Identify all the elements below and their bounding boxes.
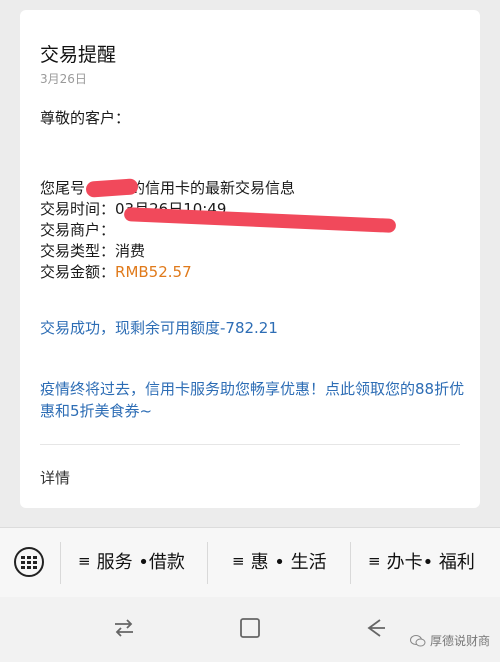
amount-label: 交易金额： xyxy=(40,263,116,281)
home-icon[interactable] xyxy=(238,617,262,639)
bottom-menu-bar: ≡ 服务 •借款 ≡ 惠 • 生活 ≡ 办卡• 福利 xyxy=(0,527,500,598)
merchant-line: 交易商户： xyxy=(40,220,115,240)
status-text: 交易成功，现剩余可用额度-782.21 xyxy=(40,319,278,337)
menu-label: 惠 • 生活 xyxy=(250,552,327,573)
card-suffix: 的信用卡的最新交易信息 xyxy=(130,179,296,197)
menu-service-loan[interactable]: ≡ 服务 •借款 xyxy=(78,548,185,574)
menu-card-welfare[interactable]: ≡ 办卡• 福利 xyxy=(368,548,475,574)
menu-label: 办卡• 福利 xyxy=(386,552,475,573)
merchant-label: 交易商户： xyxy=(40,221,116,239)
system-nav-bar: 厚德说财商 xyxy=(0,597,500,662)
divider xyxy=(207,542,208,584)
amount-line: 交易金额：RMB52.57 xyxy=(40,262,192,282)
watermark: 厚德说财商 xyxy=(409,632,490,649)
menu-icon: ≡ xyxy=(368,552,381,570)
promo-link[interactable]: 疫情终将过去，信用卡服务助您畅享优惠！点此领取您的88折优惠和5折美食券~ xyxy=(40,378,465,422)
menu-benefit-life[interactable]: ≡ 惠 • 生活 xyxy=(232,548,327,574)
message-date: 3月26日 xyxy=(40,72,87,86)
type-value: 消费 xyxy=(115,242,146,260)
divider xyxy=(40,444,460,445)
redaction-mark xyxy=(123,207,397,233)
message-title: 交易提醒 xyxy=(40,44,117,66)
divider xyxy=(350,542,351,584)
menu-label: 服务 •借款 xyxy=(96,552,185,573)
recent-apps-icon[interactable] xyxy=(112,617,136,639)
time-label: 交易时间： xyxy=(40,200,116,218)
message-card[interactable]: 交易提醒 3月26日 尊敬的客户： 您尾号的信用卡的最新交易信息 交易时间：03… xyxy=(20,10,480,508)
menu-icon: ≡ xyxy=(232,552,245,570)
amount-value: RMB52.57 xyxy=(115,263,192,281)
menu-icon: ≡ xyxy=(78,552,91,570)
type-line: 交易类型：消费 xyxy=(40,241,145,261)
card-prefix: 您尾号 xyxy=(40,179,86,197)
detail-link[interactable]: 详情 xyxy=(40,467,70,488)
keyboard-icon[interactable] xyxy=(14,547,44,577)
wechat-icon xyxy=(409,634,426,646)
watermark-text: 厚德说财商 xyxy=(429,634,490,648)
divider xyxy=(60,542,61,584)
greeting: 尊敬的客户： xyxy=(40,109,131,127)
back-icon[interactable] xyxy=(363,617,387,639)
card-number-line: 您尾号 的信用卡的最新交易信息 xyxy=(40,178,295,198)
type-label: 交易类型： xyxy=(40,242,116,260)
